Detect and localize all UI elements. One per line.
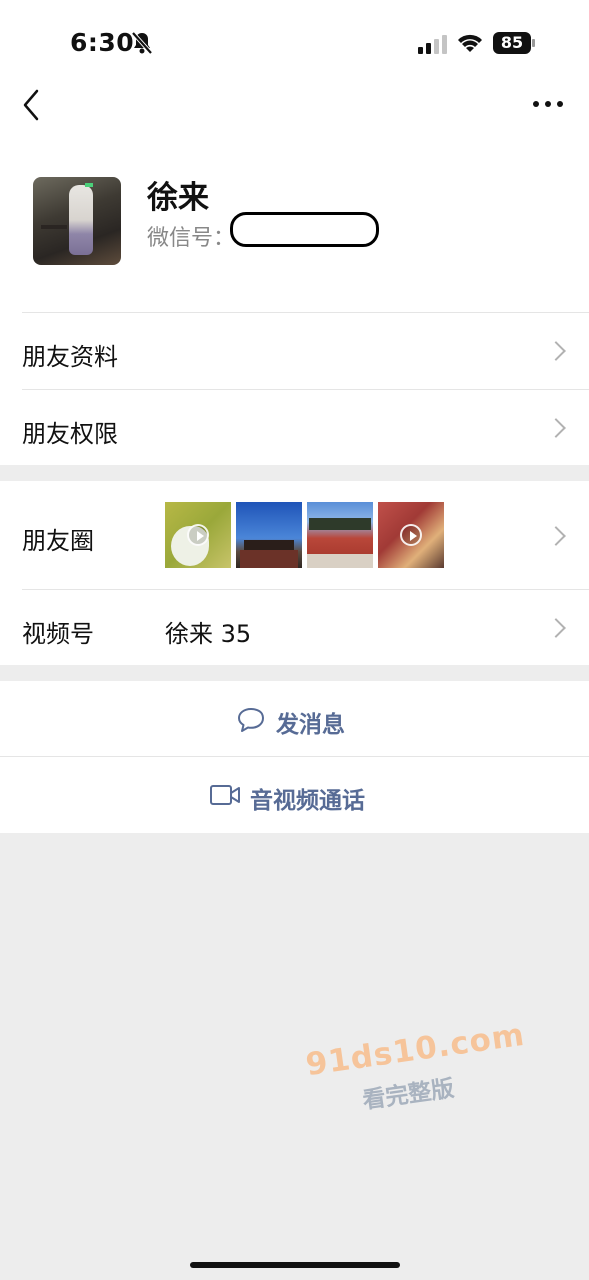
send-message-button[interactable]: 发消息 xyxy=(0,681,589,756)
avatar-light xyxy=(85,183,93,187)
video-camera-icon xyxy=(210,785,240,805)
profile-info-label: 朋友资料 xyxy=(22,343,118,371)
moments-thumbnail[interactable] xyxy=(378,502,444,568)
thumbnail-roof xyxy=(309,518,371,530)
thumbnail-roof xyxy=(244,540,294,550)
play-icon xyxy=(187,524,209,546)
chevron-right-icon xyxy=(546,618,566,638)
wechat-id-label: 微信号： xyxy=(147,226,236,251)
wifi-icon xyxy=(458,34,482,52)
play-icon xyxy=(400,524,422,546)
chevron-left-icon[interactable] xyxy=(20,88,44,122)
channels-row[interactable]: 视频号 徐来 35 xyxy=(0,590,589,665)
send-message-label: 发消息 xyxy=(276,712,345,738)
channels-value: 徐来 35 xyxy=(165,620,252,648)
moments-thumbnail[interactable] xyxy=(307,502,373,568)
video-call-label: 音视频通话 xyxy=(250,788,365,814)
avatar[interactable] xyxy=(33,177,121,265)
chevron-right-icon xyxy=(546,341,566,361)
permissions-row[interactable]: 朋友权限 xyxy=(0,390,589,465)
video-call-button[interactable]: 音视频通话 xyxy=(0,757,589,833)
moments-label: 朋友圈 xyxy=(22,527,94,555)
battery-level: 85 xyxy=(500,33,524,52)
battery-icon: 85 xyxy=(493,32,531,54)
bell-slash-icon xyxy=(131,31,153,55)
avatar-figure xyxy=(69,185,93,255)
battery-cap xyxy=(532,39,535,47)
chevron-right-icon xyxy=(546,526,566,546)
redaction-mark xyxy=(230,212,379,247)
avatar-equipment xyxy=(41,225,67,229)
thumbnail-ground xyxy=(307,554,373,568)
home-indicator xyxy=(190,1262,400,1268)
watermark-caption: 看完整版 xyxy=(361,1075,456,1115)
thumbnail-wall xyxy=(240,550,298,568)
chevron-right-icon xyxy=(546,418,566,438)
status-time: 6:30 xyxy=(70,28,135,57)
channels-label: 视频号 xyxy=(22,620,94,648)
permissions-label: 朋友权限 xyxy=(22,420,118,448)
nickname: 徐来 xyxy=(147,180,209,216)
moments-thumbnail[interactable] xyxy=(236,502,302,568)
moments-thumbnail[interactable] xyxy=(165,502,231,568)
chat-bubble-icon xyxy=(238,708,264,732)
profile-info-row[interactable]: 朋友资料 xyxy=(0,313,589,389)
more-dots-icon[interactable] xyxy=(530,97,566,111)
cellular-signal-icon xyxy=(418,35,447,54)
